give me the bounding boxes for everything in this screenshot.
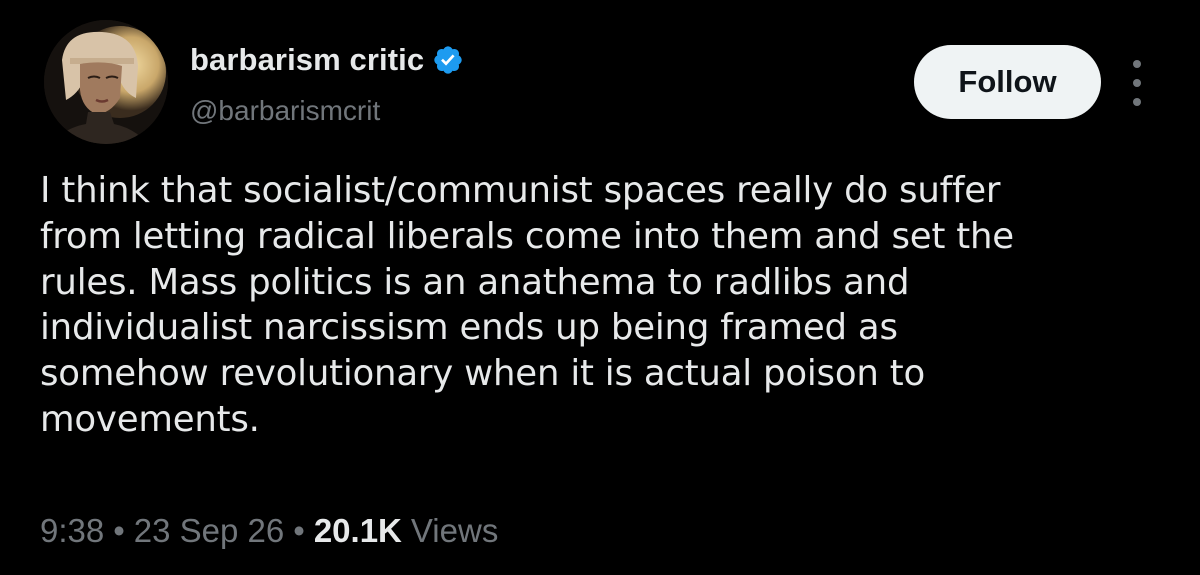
views-count[interactable]: 20.1K: [314, 512, 402, 550]
author-handle[interactable]: @barbarismcrit: [190, 95, 380, 127]
follow-button[interactable]: Follow: [914, 45, 1101, 119]
views-label[interactable]: Views: [411, 512, 498, 550]
tweet-time[interactable]: 9:38: [40, 512, 104, 550]
tweet-text: I think that socialist/communist spaces …: [40, 170, 1014, 440]
meta-separator: •: [293, 512, 305, 549]
verified-badge-icon[interactable]: [432, 44, 464, 76]
author-name-row: barbarism critic: [190, 38, 464, 82]
author-display-name[interactable]: barbarism critic: [190, 42, 424, 78]
more-dot: [1133, 98, 1141, 106]
author-avatar[interactable]: [44, 20, 168, 144]
more-vertical-icon[interactable]: [1124, 60, 1150, 106]
more-dot: [1133, 79, 1141, 87]
tweet-date[interactable]: 23 Sep 26: [134, 512, 284, 550]
tweet-meta: 9:38 • 23 Sep 26 • 20.1K Views: [40, 508, 498, 554]
avatar-portrait-icon: [44, 20, 168, 144]
tweet-card: barbarism critic @barbarismcrit Follow I…: [0, 0, 1200, 575]
meta-separator: •: [113, 512, 125, 549]
more-dot: [1133, 60, 1141, 68]
